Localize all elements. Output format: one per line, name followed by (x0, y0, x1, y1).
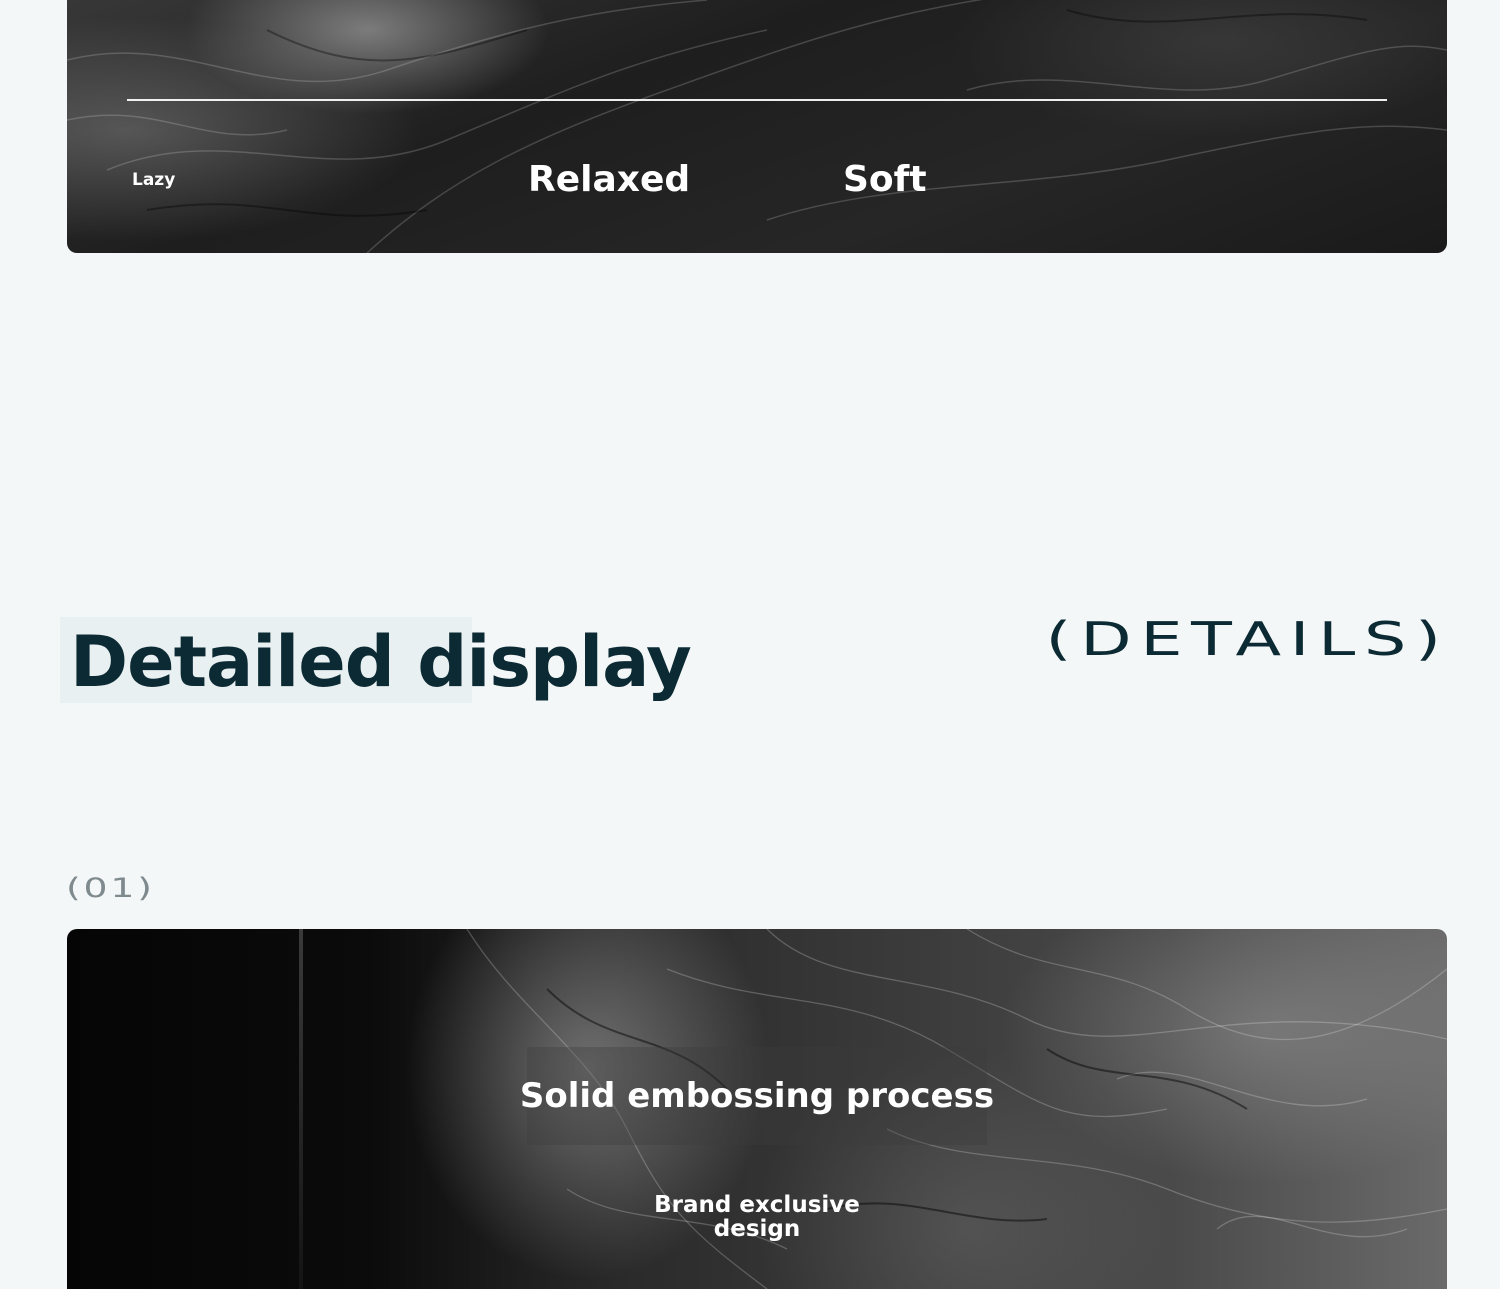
detail-subtitle: Brand exclusive design (654, 1192, 860, 1242)
leather-texture-image (67, 0, 1447, 253)
detail-image-card: Solid embossing process Brand exclusive … (67, 929, 1447, 1289)
leather-banner: Lazy Relaxed Soft (67, 0, 1447, 253)
tag-relaxed: Relaxed (528, 159, 691, 200)
banner-divider (127, 99, 1387, 101)
section-title: Detailed display (70, 621, 692, 703)
section-tag: (DETAILS) (1045, 612, 1450, 666)
tag-soft: Soft (843, 159, 927, 200)
detail-index: (01) (66, 873, 155, 904)
tag-lazy: Lazy (132, 170, 176, 190)
detail-title: Solid embossing process (519, 1076, 995, 1116)
